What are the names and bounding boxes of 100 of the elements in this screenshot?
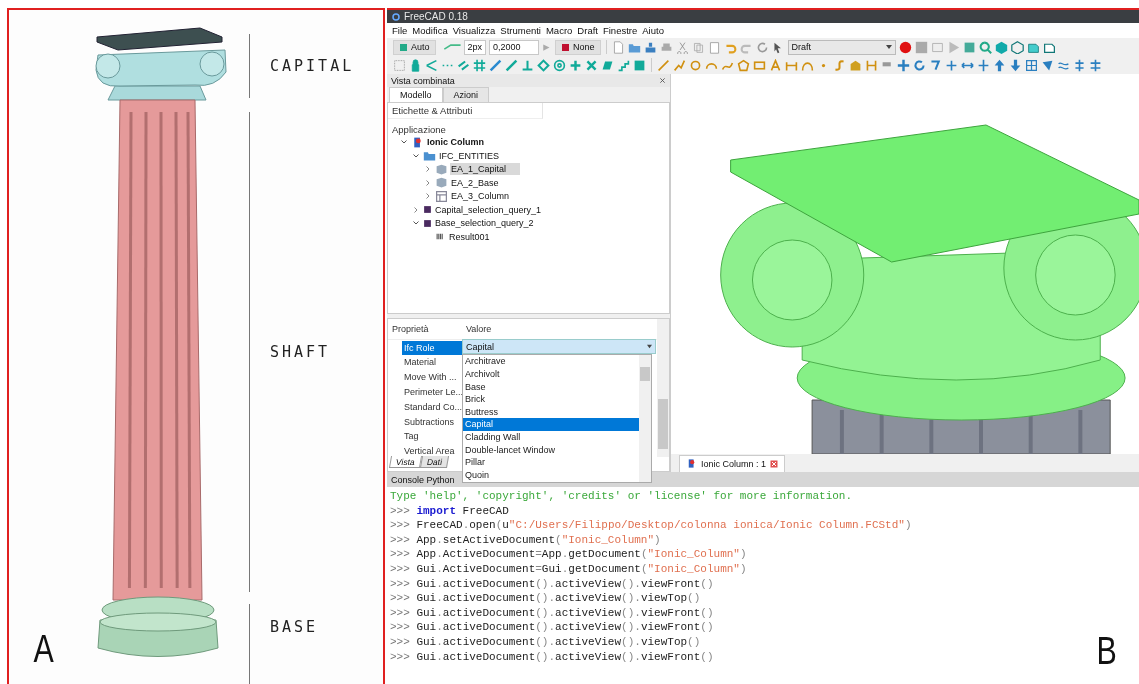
grid-icon[interactable] <box>393 58 406 72</box>
magnifier-icon[interactable] <box>978 40 992 54</box>
polygon-icon[interactable] <box>737 58 750 72</box>
target-icon[interactable] <box>553 58 566 72</box>
bars-icon[interactable] <box>435 232 446 242</box>
record-icon[interactable] <box>898 40 912 54</box>
copy-icon[interactable] <box>691 40 705 54</box>
cross-icon[interactable] <box>585 58 598 72</box>
dropdown-option[interactable]: Buttress <box>463 405 639 419</box>
tree-item[interactable]: Ionic Column <box>426 136 498 149</box>
square-icon[interactable] <box>423 205 432 215</box>
block-icon[interactable] <box>849 58 862 72</box>
tab[interactable]: Vista <box>388 456 422 468</box>
align-icon[interactable] <box>1073 58 1086 72</box>
document-icon[interactable] <box>411 135 424 149</box>
stop-icon[interactable] <box>914 40 928 54</box>
line-icon[interactable] <box>505 58 518 72</box>
menu-item[interactable]: Draft <box>577 25 598 36</box>
shape-icon[interactable] <box>1041 58 1054 72</box>
page-icon[interactable] <box>611 40 625 54</box>
distribute-icon[interactable] <box>1089 58 1102 72</box>
dropdown-option[interactable]: Archivolt <box>463 367 639 381</box>
property-name[interactable]: Vertical Area <box>402 444 462 459</box>
tree-item[interactable]: IFC_ENTITIES <box>438 149 513 162</box>
circle-icon[interactable] <box>689 58 702 72</box>
diamond-icon[interactable] <box>537 58 550 72</box>
property-name[interactable]: Ifc Role <box>402 340 462 355</box>
document-tab[interactable]: Ionic Column : 1 <box>679 454 786 472</box>
box-icon[interactable] <box>435 162 448 176</box>
clipboard-icon[interactable] <box>707 40 721 54</box>
tab[interactable]: Azioni <box>442 87 490 103</box>
staircase-icon[interactable] <box>617 58 630 72</box>
line-width-field[interactable]: 2px <box>463 39 487 55</box>
menu-item[interactable]: Aiuto <box>642 25 664 36</box>
trim-icon[interactable] <box>945 58 958 72</box>
folder-icon[interactable] <box>423 149 436 163</box>
rotate-icon[interactable] <box>913 58 926 72</box>
chevron-right-icon[interactable] <box>424 165 432 174</box>
perpendicular-icon[interactable] <box>521 58 534 72</box>
tab[interactable]: Dati <box>419 456 449 468</box>
menu-item[interactable]: File <box>392 25 408 36</box>
rectangle-icon[interactable] <box>753 58 766 72</box>
scissors-icon[interactable] <box>675 40 689 54</box>
chevron-right-icon[interactable] <box>424 178 432 187</box>
menu-item[interactable]: Strumenti <box>500 25 541 36</box>
scrollbar[interactable] <box>657 319 669 457</box>
tree-item[interactable]: Capital_selection_query_1 <box>434 203 556 216</box>
property-name[interactable]: Standard Co... <box>402 399 462 414</box>
close-icon[interactable] <box>770 459 779 468</box>
polyline-icon[interactable] <box>673 58 686 72</box>
tree-item[interactable]: EA_1_Capital <box>450 163 521 176</box>
array-icon[interactable] <box>1025 58 1038 72</box>
dropdown-option[interactable]: Base <box>463 380 639 393</box>
polyline-icon[interactable] <box>657 58 670 72</box>
plus-icon[interactable] <box>569 58 582 72</box>
tab[interactable]: Modello <box>389 87 443 103</box>
menu-item[interactable]: Finestre <box>602 25 638 36</box>
menu-item[interactable]: Visualizza <box>452 25 496 36</box>
property-name[interactable]: Move With ... <box>402 370 462 385</box>
line-icon[interactable] <box>489 58 502 72</box>
hash-icon[interactable] <box>473 58 486 72</box>
play-icon[interactable] <box>946 40 960 54</box>
property-name[interactable]: Material <box>402 355 462 370</box>
box-icon[interactable] <box>435 176 448 190</box>
tree-item[interactable]: Base_selection_query_2 <box>434 217 548 230</box>
move-icon[interactable] <box>897 58 910 72</box>
printer-icon[interactable] <box>659 40 673 54</box>
dropdown-option[interactable]: Brick <box>463 392 639 406</box>
lock-icon[interactable] <box>409 58 422 72</box>
property-name[interactable]: Perimeter Le... <box>402 384 462 399</box>
point-size-field[interactable]: 0,2000 <box>489 39 540 55</box>
property-name[interactable]: Tag <box>402 429 462 444</box>
draw-style-button[interactable]: Auto <box>393 39 436 55</box>
dropdown-option[interactable]: Capital <box>463 418 639 431</box>
chevron-right-icon[interactable] <box>424 192 432 201</box>
dropdown-option[interactable]: Cladding Wall <box>463 430 639 444</box>
dropdown-option[interactable]: Architrave <box>463 355 639 368</box>
workbench-dropdown[interactable]: Draft <box>787 39 896 55</box>
bracket-icon[interactable] <box>865 58 878 72</box>
menu-item[interactable]: Macro <box>545 25 573 36</box>
offset-icon[interactable] <box>929 58 942 72</box>
dropdown-option[interactable]: Double-lancet Window <box>463 443 639 456</box>
tree-item[interactable]: Result001 <box>448 230 504 243</box>
square-icon[interactable] <box>423 218 432 228</box>
arrow-down-icon[interactable] <box>1009 58 1022 72</box>
property-name[interactable]: Subtractions <box>402 414 462 429</box>
menu-item[interactable]: Modifica <box>412 25 448 36</box>
arrow-up-icon[interactable] <box>993 58 1006 72</box>
diagonal-lines-icon[interactable] <box>457 58 470 72</box>
parallelogram-icon[interactable] <box>601 58 614 72</box>
tree-item[interactable]: EA_2_Base <box>450 176 513 189</box>
chevron-down-icon[interactable] <box>412 151 420 160</box>
value-dropdown[interactable]: Capital <box>462 339 656 355</box>
document-icon[interactable] <box>686 458 697 469</box>
color-style-button[interactable]: None <box>555 39 601 55</box>
tree-item[interactable]: EA_3_Column <box>450 190 524 203</box>
close-icon[interactable] <box>659 77 666 85</box>
dropdown-option[interactable]: Pillar <box>463 455 639 469</box>
split-icon[interactable] <box>977 58 990 72</box>
snap-icon[interactable] <box>425 58 438 72</box>
